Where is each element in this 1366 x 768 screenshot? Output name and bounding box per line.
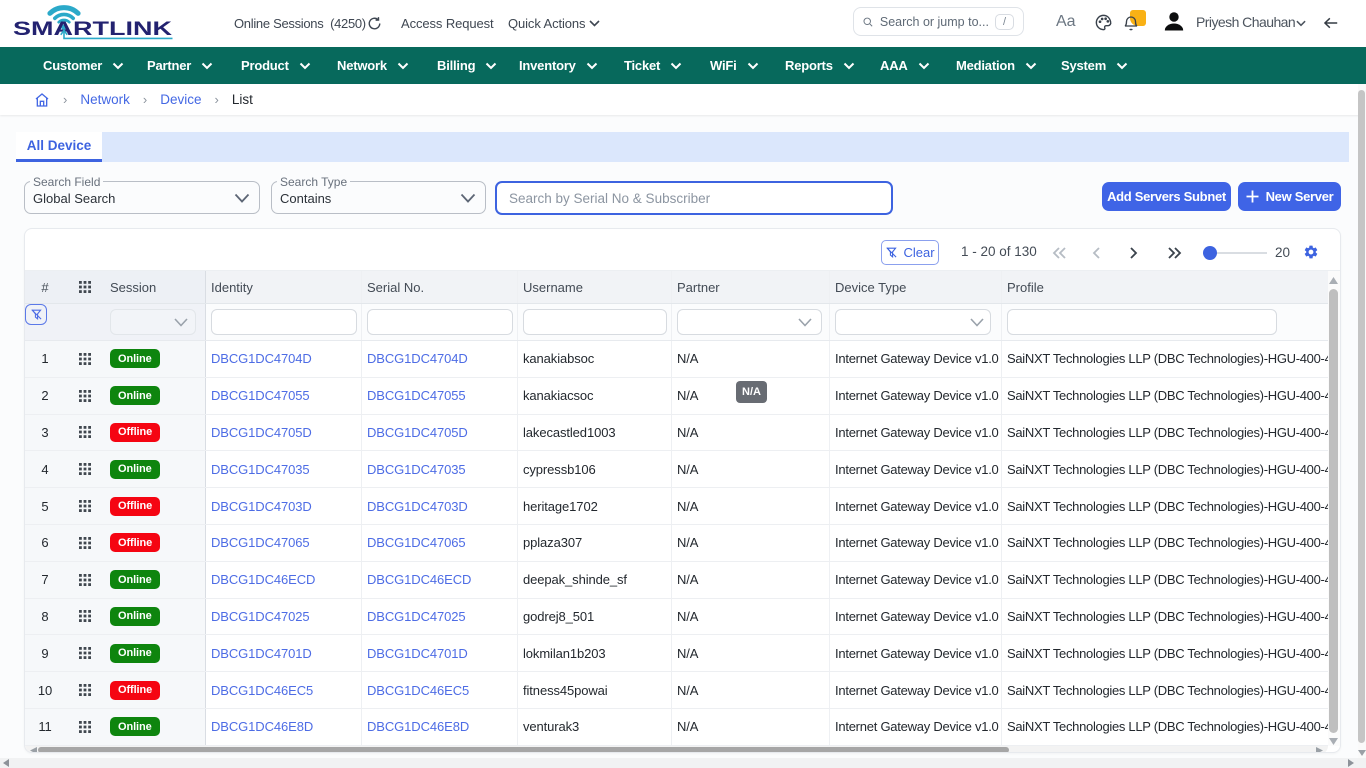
svg-text:SMARTLINK: SMARTLINK: [13, 19, 172, 40]
